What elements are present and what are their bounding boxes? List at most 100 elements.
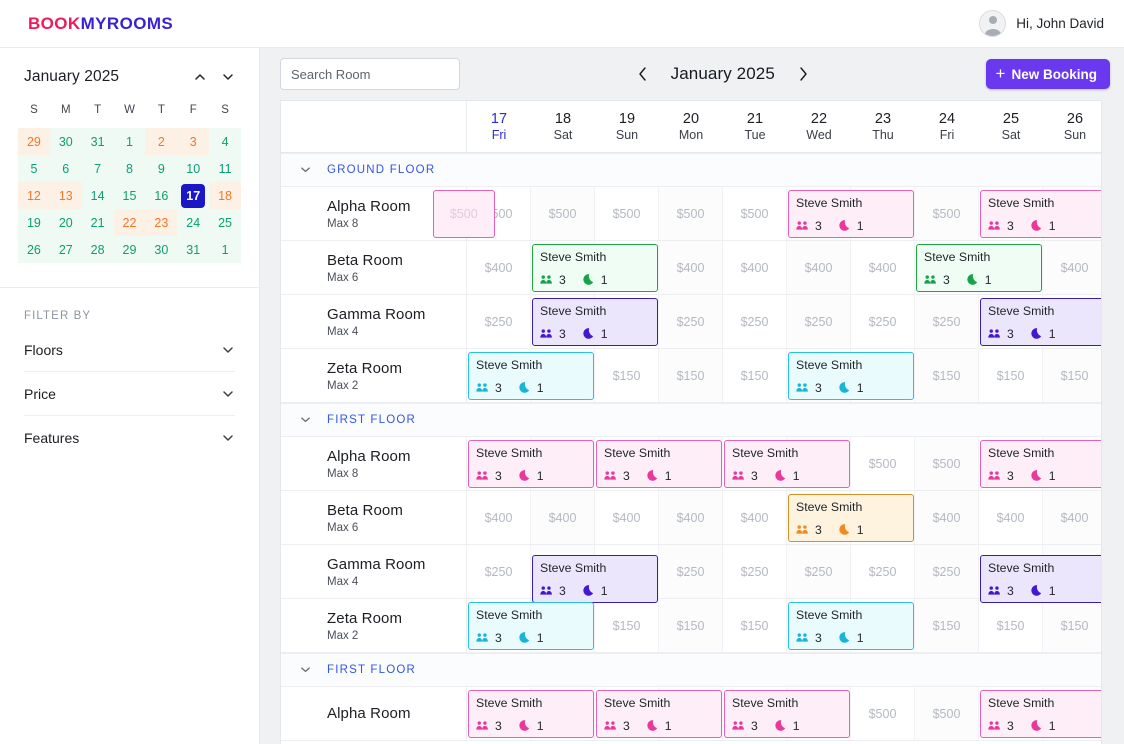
room-info-cell[interactable]: Beta Room Max 6 [281, 491, 467, 544]
price-cell[interactable]: $250 [723, 545, 787, 598]
chevron-down-icon[interactable] [299, 663, 313, 677]
price-cell[interactable]: $400 [1043, 491, 1101, 544]
new-booking-button[interactable]: + New Booking [985, 59, 1110, 89]
mini-calendar-day[interactable]: 26 [18, 236, 50, 263]
price-cell[interactable]: $250 [787, 545, 851, 598]
price-cell[interactable]: $400 [723, 241, 787, 294]
price-cell[interactable]: $500 [595, 187, 659, 240]
mini-calendar-day[interactable]: 12 [18, 182, 50, 209]
booking-card[interactable]: Steve Smith 3 1 [788, 602, 914, 650]
price-cell[interactable]: $400 [659, 241, 723, 294]
booking-card[interactable]: Steve Smith 3 1 [468, 352, 594, 400]
mini-calendar-day[interactable]: 1 [209, 236, 241, 263]
mini-calendar-day[interactable]: 20 [49, 209, 82, 236]
date-column-header[interactable]: 21 Tue [723, 101, 787, 152]
booking-card[interactable]: Steve Smith 3 1 [596, 440, 722, 488]
price-cell[interactable]: $400 [787, 241, 851, 294]
user-menu[interactable]: Hi, John David [979, 10, 1110, 37]
price-cell[interactable]: $250 [723, 295, 787, 348]
price-cell[interactable]: $500 [531, 187, 595, 240]
mini-calendar-day[interactable]: 22 [113, 209, 146, 236]
mini-calendar-day[interactable]: 10 [177, 155, 210, 182]
chevron-down-icon[interactable] [221, 70, 235, 84]
price-cell[interactable]: $150 [723, 349, 787, 402]
booking-card[interactable]: Steve Smith 3 1 [596, 690, 722, 738]
mini-calendar-day[interactable]: 1 [113, 128, 146, 155]
chevron-left-icon[interactable] [635, 65, 651, 83]
mini-calendar-day[interactable]: 6 [49, 155, 82, 182]
mini-calendar-day[interactable]: 30 [49, 128, 82, 155]
booking-card[interactable]: Steve Smith 3 1 [468, 602, 594, 650]
price-cell[interactable]: $400 [659, 491, 723, 544]
booking-card[interactable]: Steve Smith 3 1 [724, 440, 850, 488]
price-cell[interactable]: $250 [787, 295, 851, 348]
floor-group-header[interactable]: FIRST FLOOR [281, 403, 1101, 437]
price-cell[interactable]: $400 [915, 491, 979, 544]
room-info-cell[interactable]: Zeta Room Max 2 [281, 599, 467, 652]
mini-calendar-day[interactable]: 14 [81, 182, 114, 209]
mini-calendar-day[interactable]: 23 [145, 209, 178, 236]
price-cell[interactable]: $150 [595, 349, 659, 402]
price-cell[interactable]: $150 [1043, 599, 1101, 652]
price-cell[interactable]: $250 [659, 295, 723, 348]
price-cell[interactable]: $500 [851, 437, 915, 490]
mini-calendar-day[interactable]: 28 [81, 236, 114, 263]
filter-item-floors[interactable]: Floors [24, 328, 235, 372]
price-cell[interactable]: $150 [915, 599, 979, 652]
price-cell[interactable]: $500 [851, 687, 915, 740]
mini-calendar-day[interactable]: 24 [177, 209, 210, 236]
booking-card[interactable]: Steve Smith 3 1 [788, 494, 914, 542]
price-cell[interactable]: $150 [659, 349, 723, 402]
chevron-down-icon[interactable] [221, 431, 235, 445]
mini-calendar-day[interactable]: 4 [209, 128, 241, 155]
mini-calendar-day[interactable]: 29 [113, 236, 146, 263]
mini-calendar-day[interactable]: 30 [145, 236, 178, 263]
price-cell[interactable]: $400 [467, 491, 531, 544]
booking-card[interactable]: Steve Smith 3 1 [980, 555, 1101, 603]
mini-calendar-day[interactable]: 15 [113, 182, 146, 209]
price-cell[interactable]: $150 [1043, 349, 1101, 402]
room-info-cell[interactable]: Alpha Room Max 8 [281, 437, 467, 490]
room-info-cell[interactable]: Beta Room Max 6 [281, 241, 467, 294]
price-cell[interactable]: $250 [851, 545, 915, 598]
price-cell[interactable]: $500 [915, 187, 979, 240]
date-column-header[interactable]: 17 Fri [467, 101, 531, 152]
booking-card[interactable]: Steve Smith 3 1 [980, 440, 1101, 488]
date-column-header[interactable]: 26 Sun [1043, 101, 1101, 152]
date-column-header[interactable]: 19 Sun [595, 101, 659, 152]
mini-calendar-day[interactable]: 31 [81, 128, 114, 155]
floor-group-header[interactable]: GROUND FLOOR [281, 153, 1101, 187]
search-input[interactable] [280, 58, 460, 90]
mini-calendar-day[interactable]: 18 [209, 182, 241, 209]
booking-card[interactable]: $500 [432, 190, 495, 238]
price-cell[interactable]: $500 [723, 187, 787, 240]
mini-calendar-day[interactable]: 11 [209, 155, 241, 182]
mini-calendar-day[interactable]: 29 [18, 128, 50, 155]
mini-calendar-day[interactable]: 8 [113, 155, 146, 182]
mini-calendar-day[interactable]: 27 [49, 236, 82, 263]
room-info-cell[interactable]: Alpha Room [281, 687, 467, 740]
mini-calendar-day[interactable]: 13 [49, 182, 82, 209]
price-cell[interactable]: $400 [851, 241, 915, 294]
booking-card[interactable]: Steve Smith 3 1 [724, 690, 850, 738]
date-column-header[interactable]: 18 Sat [531, 101, 595, 152]
price-cell[interactable]: $250 [915, 295, 979, 348]
mini-calendar-day[interactable]: 5 [18, 155, 50, 182]
price-cell[interactable]: $150 [979, 349, 1043, 402]
chevron-right-icon[interactable] [795, 65, 811, 83]
date-column-header[interactable]: 22 Wed [787, 101, 851, 152]
mini-calendar-day[interactable]: 16 [145, 182, 178, 209]
mini-calendar-day[interactable]: 2 [145, 128, 178, 155]
chevron-down-icon[interactable] [299, 163, 313, 177]
booking-card[interactable]: Steve Smith 3 1 [468, 690, 594, 738]
room-info-cell[interactable]: Gamma Room Max 4 [281, 295, 467, 348]
mini-calendar-day[interactable]: 25 [209, 209, 241, 236]
filter-item-price[interactable]: Price [24, 372, 235, 416]
booking-card[interactable]: Steve Smith 3 1 [468, 440, 594, 488]
room-info-cell[interactable]: Gamma Room Max 4 [281, 545, 467, 598]
grid-body[interactable]: GROUND FLOOR Alpha Room Max 8 $500 $500 $500 $… [281, 153, 1101, 744]
booking-card[interactable]: Steve Smith 3 1 [532, 555, 658, 603]
mini-calendar-day[interactable]: 19 [18, 209, 50, 236]
app-logo[interactable]: BOOKMYROOMS [28, 14, 173, 34]
booking-card[interactable]: Steve Smith 3 1 [788, 352, 914, 400]
